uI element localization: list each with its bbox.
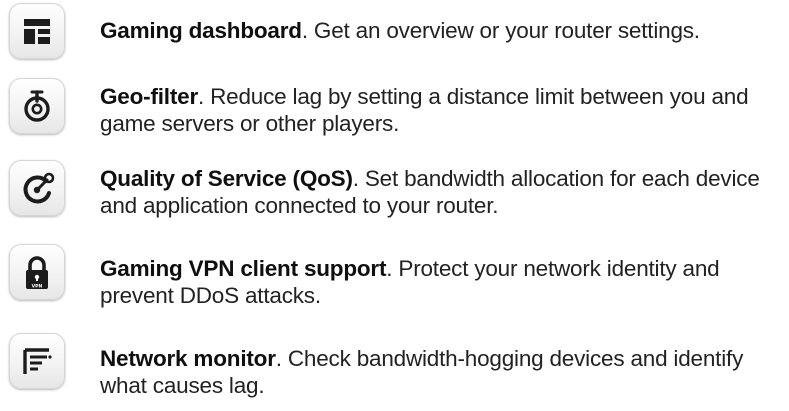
vpn-lock-icon: VPN [9, 244, 65, 300]
qos-icon [9, 160, 65, 216]
dashboard-icon-glyph [24, 19, 50, 44]
feature-title: Quality of Service (QoS) [100, 166, 353, 191]
qos-icon-glyph [23, 172, 55, 204]
feature-description: . Get an overview or your router setting… [301, 18, 700, 43]
feature-title: Gaming VPN client support [100, 256, 387, 281]
vpn-icon-label: VPN [32, 284, 43, 290]
feature-title: Geo-filter [100, 84, 199, 109]
dashboard-icon [9, 3, 65, 59]
feature-text: Gaming VPN client support. Protect your … [100, 255, 777, 309]
feature-text: Quality of Service (QoS). Set bandwidth … [100, 165, 777, 219]
network-monitor-icon-glyph [23, 348, 52, 374]
feature-text: Geo-filter. Reduce lag by setting a dist… [100, 83, 777, 137]
feature-text: Gaming dashboard. Get an overview or you… [100, 17, 777, 44]
geo-filter-icon-glyph [24, 90, 50, 122]
geo-filter-icon [9, 78, 65, 134]
feature-list: Gaming dashboard. Get an overview or you… [0, 0, 789, 411]
vpn-lock-icon-glyph: VPN [26, 256, 48, 290]
feature-title: Gaming dashboard [100, 18, 302, 43]
feature-description: . Reduce lag by setting a distance limit… [100, 84, 749, 136]
feature-title: Network monitor [100, 346, 276, 371]
feature-text: Network monitor. Check bandwidth-hogging… [100, 345, 777, 399]
network-monitor-icon [9, 333, 65, 389]
